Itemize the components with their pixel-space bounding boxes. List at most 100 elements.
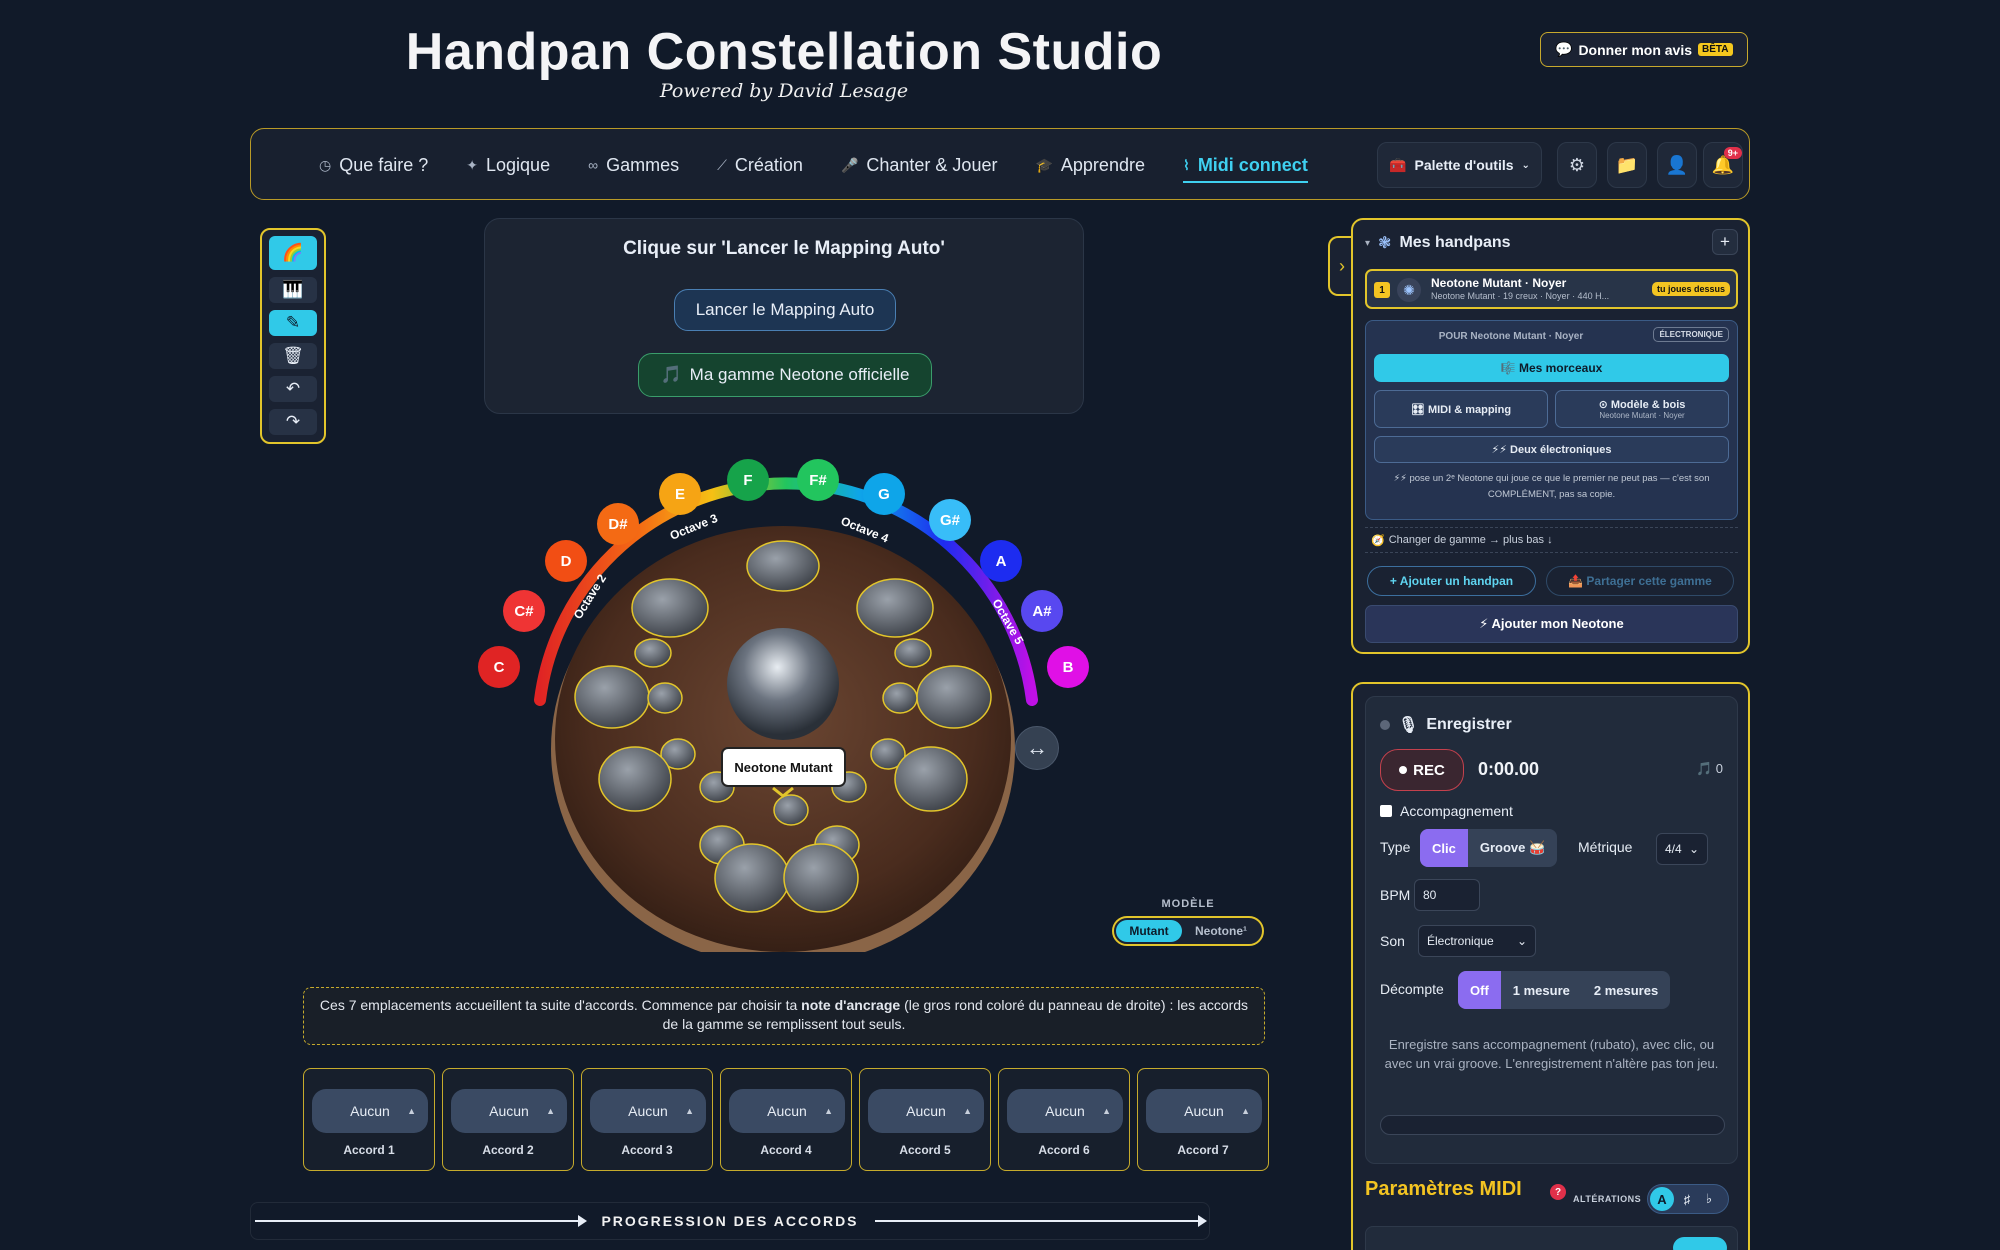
- my-songs-button[interactable]: 🎼 Mes morceaux: [1374, 354, 1729, 382]
- note-label: F: [743, 472, 752, 489]
- countdown-label: Décompte: [1380, 981, 1444, 997]
- accompaniment-checkbox[interactable]: [1380, 805, 1392, 817]
- note-button-f[interactable]: F: [727, 459, 769, 501]
- tab-gammes[interactable]: ∞ Gammes: [588, 129, 679, 201]
- tab-cr-ation[interactable]: ⟋ Création: [717, 129, 803, 201]
- tab-que-faire[interactable]: ◷ Que faire ?: [319, 129, 428, 201]
- notes-count: 🎵 0: [1696, 761, 1723, 777]
- chord-select[interactable]: Aucun ▲: [451, 1089, 567, 1133]
- chord-select[interactable]: Aucun ▲: [590, 1089, 706, 1133]
- note-button-g-sharp[interactable]: G#: [929, 499, 971, 541]
- handpan-dimple[interactable]: [714, 843, 790, 913]
- chord-select[interactable]: Aucun ▲: [312, 1089, 428, 1133]
- redo-button[interactable]: ↷: [269, 409, 317, 435]
- folder-button[interactable]: 📁: [1607, 142, 1647, 188]
- pencil-tool-button[interactable]: ✎: [269, 310, 317, 336]
- handpan-dimple[interactable]: [647, 682, 683, 714]
- my-handpans-panel: ▾ ❃ Mes handpans + 1 ✺ Neotone Mutant · …: [1351, 218, 1750, 654]
- type-option-clic[interactable]: Clic: [1420, 829, 1468, 867]
- model-option-mutant[interactable]: Mutant: [1116, 920, 1182, 942]
- handpan-list-item[interactable]: 1 ✺ Neotone Mutant · Noyer Neotone Mutan…: [1365, 269, 1738, 309]
- handpan-dimple[interactable]: [773, 794, 809, 826]
- sound-select[interactable]: Électronique ⌄: [1418, 925, 1536, 957]
- note-button-g[interactable]: G: [863, 473, 905, 515]
- two-electronics-button[interactable]: ⚡⚡ Deux électroniques: [1374, 436, 1729, 463]
- metric-value: 4/4: [1665, 842, 1682, 856]
- chord-select[interactable]: Aucun ▲: [868, 1089, 984, 1133]
- handpan-dimple[interactable]: [631, 578, 709, 638]
- handpan-dimple[interactable]: [916, 665, 992, 729]
- note-button-d[interactable]: D: [545, 540, 587, 582]
- share-scale-button[interactable]: 📤 Partager cette gamme: [1546, 566, 1734, 596]
- resize-button[interactable]: ↔: [1015, 726, 1059, 770]
- bpm-input[interactable]: 80: [1414, 879, 1480, 911]
- progression-label: PROGRESSION DES ACCORDS: [601, 1213, 859, 1229]
- handpan-dimple[interactable]: [882, 682, 918, 714]
- feedback-button[interactable]: 💬 Donner mon avis BÊTA: [1540, 32, 1748, 67]
- rainbow-tool-button[interactable]: 🌈: [269, 236, 317, 270]
- midi-toggle[interactable]: [1673, 1237, 1727, 1250]
- model-option-neotone[interactable]: Neotone¹: [1182, 920, 1260, 942]
- handpan-dimple[interactable]: [598, 746, 672, 812]
- chord-select[interactable]: Aucun ▲: [1146, 1089, 1262, 1133]
- alteration-option-flat[interactable]: ♭: [1700, 1191, 1718, 1207]
- metric-select[interactable]: 4/4 ⌄: [1656, 833, 1708, 865]
- music-note-icon: 🎵: [660, 365, 682, 384]
- chord-select[interactable]: Aucun ▲: [1007, 1089, 1123, 1133]
- handpan-dimple[interactable]: [746, 540, 820, 592]
- note-label: G#: [940, 512, 961, 529]
- undo-button[interactable]: ↶: [269, 376, 317, 402]
- model-label: MODÈLE: [1161, 898, 1215, 910]
- handpan-dimple[interactable]: [894, 746, 968, 812]
- handpan-dimple[interactable]: [783, 843, 859, 913]
- chord-slot-4: Aucun ▲ Accord 4: [720, 1068, 852, 1171]
- alteration-option-sharp[interactable]: ♯: [1678, 1192, 1696, 1207]
- note-button-a[interactable]: A: [980, 540, 1022, 582]
- tab-chanter-jouer[interactable]: 🎤 Chanter & Jouer: [841, 129, 998, 201]
- type-option-groove[interactable]: Groove 🥁: [1468, 829, 1557, 867]
- tab-midi-connect[interactable]: ⌇ Midi connect: [1182, 129, 1308, 201]
- handpan-dimple[interactable]: [894, 638, 932, 668]
- handpan-dimple[interactable]: [574, 665, 650, 729]
- alteration-option-natural[interactable]: A: [1650, 1187, 1674, 1211]
- midi-mapping-button[interactable]: 🎛 MIDI & mapping: [1374, 390, 1548, 428]
- chord-select[interactable]: Aucun ▲: [729, 1089, 845, 1133]
- model-wood-button[interactable]: ⊙ Modèle & bois Neotone Mutant · Noyer: [1555, 390, 1729, 428]
- piano-tool-button[interactable]: 🎹: [269, 277, 317, 303]
- note-button-e[interactable]: E: [659, 473, 701, 515]
- metric-label: Métrique: [1578, 839, 1633, 855]
- countdown-option-2[interactable]: 2 mesures: [1582, 971, 1670, 1009]
- add-handpan-button[interactable]: + Ajouter un handpan: [1367, 566, 1536, 596]
- my-handpans-header[interactable]: ▾ ❃ Mes handpans: [1365, 233, 1511, 253]
- countdown-option-off[interactable]: Off: [1458, 971, 1501, 1009]
- note-button-a-sharp[interactable]: A#: [1021, 590, 1063, 632]
- compass-icon: 🧭: [1371, 534, 1385, 547]
- auto-mapping-button[interactable]: Lancer le Mapping Auto: [674, 289, 896, 331]
- add-neotone-button[interactable]: ⚡ Ajouter mon Neotone: [1365, 605, 1738, 643]
- tab-apprendre[interactable]: 🎓 Apprendre: [1035, 129, 1145, 201]
- settings-button[interactable]: ⚙: [1557, 142, 1597, 188]
- handpan-dimple[interactable]: [634, 638, 672, 668]
- official-scale-button[interactable]: 🎵 Ma gamme Neotone officielle: [638, 353, 932, 397]
- note-button-c[interactable]: C: [478, 646, 520, 688]
- accompaniment-row[interactable]: Accompagnement: [1380, 803, 1513, 819]
- note-button-f-sharp[interactable]: F#: [797, 459, 839, 501]
- help-icon[interactable]: ?: [1550, 1184, 1566, 1200]
- change-scale-link[interactable]: 🧭 Changer de gamme → plus bas ↓: [1365, 527, 1738, 553]
- rec-button[interactable]: REC: [1380, 749, 1464, 791]
- note-button-c-sharp[interactable]: C#: [503, 590, 545, 632]
- notifications-button[interactable]: 🔔 9+: [1703, 142, 1743, 188]
- profile-button[interactable]: 👤: [1657, 142, 1697, 188]
- note-button-d-sharp[interactable]: D#: [597, 503, 639, 545]
- palette-button[interactable]: 🧰 Palette d'outils ⌄: [1377, 142, 1542, 188]
- tab-label: Apprendre: [1060, 154, 1145, 175]
- countdown-option-1[interactable]: 1 mesure: [1501, 971, 1582, 1009]
- delete-tool-button[interactable]: 🗑: [269, 343, 317, 369]
- chord-slots: Aucun ▲ Accord 1 Aucun ▲ Accord 2 Aucun ▲ Accord…: [303, 1068, 1269, 1171]
- add-handpan-plus-button[interactable]: +: [1712, 229, 1738, 255]
- note-button-b[interactable]: B: [1047, 646, 1089, 688]
- pencil-icon: ✎: [285, 313, 301, 332]
- tab-logique[interactable]: ✦ Logique: [466, 129, 550, 201]
- octave-label-5: Octave 5: [989, 597, 1026, 648]
- handpan-dimple[interactable]: [856, 578, 934, 638]
